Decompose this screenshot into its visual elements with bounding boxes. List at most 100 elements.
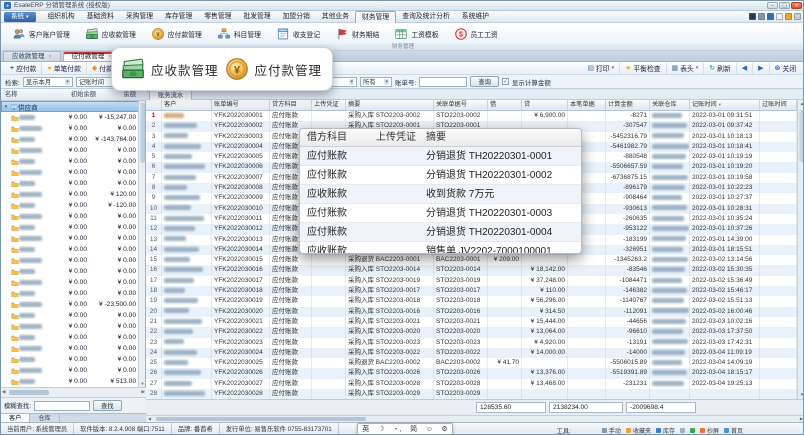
- table-row[interactable]: 22YFK2022030022应付账款采购入库 STO2203-0020STO2…: [146, 327, 797, 337]
- ime-icon[interactable]: ・,: [393, 424, 402, 434]
- tree-item-supplier[interactable]: ¥ 0.00¥ 0.00: [1, 266, 139, 277]
- tree-item-supplier[interactable]: ¥ 0.00¥ 0.00: [1, 244, 139, 255]
- header-客户[interactable]: 客户: [162, 100, 212, 110]
- ime-icon[interactable]: ☺: [426, 426, 433, 433]
- table-row[interactable]: 19YFK2022030019应付账款采购入库 STO2203-0018STO2…: [146, 296, 797, 306]
- header-摘要[interactable]: 摘要: [346, 100, 434, 110]
- tree-item-supplier[interactable]: ¥ 0.00¥ 0.00: [1, 156, 139, 167]
- close-button[interactable]: ✕: [791, 2, 802, 9]
- bill-number-input[interactable]: [419, 77, 467, 87]
- payable-button[interactable]: ¥应付款管理: [145, 26, 208, 42]
- popup-row[interactable]: 应付账款分销退货 TH20220301-0001: [300, 147, 581, 166]
- tool-手动[interactable]: 手动: [602, 426, 621, 435]
- table-row[interactable]: 21YFK2022030021应付账款采购入库 STO2203-0021STO2…: [146, 317, 797, 327]
- scroll-right-icon[interactable]: ▶: [800, 416, 803, 421]
- scroll-right-icon[interactable]: ▶: [142, 389, 145, 395]
- tray-icon[interactable]: [776, 13, 783, 20]
- table-row[interactable]: 1YFK2022030001应付账款采购入库 STO2203-0002STO22…: [146, 111, 797, 121]
- tree-item-supplier[interactable]: ¥ 0.00¥ 0.00: [1, 222, 139, 233]
- menu-item-财务管理[interactable]: 财务管理: [355, 11, 396, 23]
- add-payable-button[interactable]: +应付款: [5, 63, 42, 74]
- expander-icon[interactable]: ▼: [2, 104, 10, 109]
- ledger-vertical-scrollbar[interactable]: ▲ ▼: [797, 100, 804, 399]
- menu-item-基础资料[interactable]: 基础资料: [81, 11, 120, 23]
- tree-item-supplier[interactable]: ¥ 0.00¥ 0.00: [1, 178, 139, 189]
- table-row[interactable]: 20YFK2022030020应付账款采购入库 STO2203-0016STO2…: [146, 307, 797, 317]
- tree-item-supplier[interactable]: ¥ 0.00¥ 120.00: [1, 189, 139, 200]
- tool-收藏夹[interactable]: 收藏夹: [626, 426, 651, 435]
- header-本笔单据[interactable]: 本笔单据: [568, 100, 606, 110]
- tree-item-supplier[interactable]: ¥ 0.00¥ -15,247.00: [1, 112, 139, 123]
- menu-item-库存管理[interactable]: 库存管理: [159, 11, 198, 23]
- header-账单编号[interactable]: 账单编号: [212, 100, 270, 110]
- tree-item-supplier[interactable]: ¥ 0.00¥ 513.00: [1, 376, 139, 387]
- tree-item-supplier[interactable]: ¥ 0.00¥ 0.00: [1, 343, 139, 354]
- ime-language-bar[interactable]: 英 ☽ ・, 简 ☺ ⚙: [357, 423, 453, 435]
- register-button[interactable]: 收支登记: [270, 26, 326, 42]
- table-row[interactable]: 26YFK2022030026应付账款采购入库 STO2203-0026STO2…: [146, 368, 797, 378]
- customer-account-button[interactable]: 客户账户管理: [6, 26, 76, 42]
- balance-check-button[interactable]: ★平衡检查: [620, 63, 666, 74]
- tree-item-supplier[interactable]: ¥ 0.00¥ 0.00: [1, 233, 139, 244]
- tree-item-supplier[interactable]: ¥ 0.00¥ 0.00: [1, 145, 139, 156]
- scroll-left-icon[interactable]: ◀: [2, 389, 5, 395]
- tray-icon[interactable]: [794, 13, 801, 20]
- refresh-button[interactable]: ↻刷新: [704, 63, 736, 74]
- popup-row[interactable]: 应付账款分销退货 TH20220301-0003: [300, 204, 581, 223]
- menu-item-系统维护[interactable]: 系统维护: [456, 11, 495, 23]
- menu-item-加盟分销[interactable]: 加盟分销: [277, 11, 316, 23]
- find-button[interactable]: 查找: [93, 400, 122, 411]
- header-贷[interactable]: 贷: [522, 100, 568, 110]
- tray-icon[interactable]: [749, 13, 756, 20]
- header-rownum[interactable]: [146, 100, 162, 110]
- header-关联仓库[interactable]: 关联仓库: [650, 100, 690, 110]
- scope-select[interactable]: 所有▾: [360, 77, 392, 87]
- query-button[interactable]: 查询: [470, 76, 499, 87]
- tool-首页[interactable]: 首页: [724, 426, 743, 435]
- header-button[interactable]: ▦表头▾: [667, 63, 705, 74]
- table-row[interactable]: 18YFK2022030018应付账款采购入库 STO2203-0017STO2…: [146, 286, 797, 296]
- header-上传凭证[interactable]: 上传凭证: [312, 100, 346, 110]
- employee-salary-button[interactable]: $员工工资: [448, 26, 504, 42]
- header-借[interactable]: 借: [488, 100, 522, 110]
- header-计算金额[interactable]: 计算金额: [606, 100, 650, 110]
- menu-item-零售管理[interactable]: 零售管理: [198, 11, 237, 23]
- salary-template-button[interactable]: 工资模板: [388, 26, 444, 42]
- close-view-button[interactable]: ⊗关闭: [770, 63, 801, 74]
- menu-item-查询及统计分析[interactable]: 查询及统计分析: [396, 11, 456, 23]
- tree-item-supplier[interactable]: ¥ 0.00¥ -23,500.00: [1, 299, 139, 310]
- ime-icon[interactable]: 简: [410, 424, 417, 434]
- table-row[interactable]: 27YFK2022030027应付账款采购入库 STO2203-0028STO2…: [146, 379, 797, 389]
- tree-item-supplier[interactable]: ¥ 0.00¥ 0.00: [1, 354, 139, 365]
- next-button[interactable]: ▶: [753, 63, 769, 74]
- ime-icon[interactable]: ⚙: [441, 425, 447, 433]
- scroll-up-icon[interactable]: ▲: [798, 100, 804, 108]
- tree-item-supplier[interactable]: ¥ 0.00¥ 0.00: [1, 332, 139, 343]
- menu-item-其他业务[interactable]: 其他业务: [316, 11, 355, 23]
- scrollbar-thumb[interactable]: [156, 417, 366, 421]
- tool-抄屏[interactable]: 抄屏: [700, 426, 719, 435]
- table-row[interactable]: 24YFK2022030024应付账款采购入库 STO2203-0022STO2…: [146, 348, 797, 358]
- system-menu-button[interactable]: 系统▾: [4, 12, 36, 22]
- tree-item-supplier[interactable]: ¥ 0.00¥ 0.00: [1, 310, 139, 321]
- header-关联单据号[interactable]: 关联单据号: [434, 100, 488, 110]
- tree-item-supplier[interactable]: ¥ 0.00¥ 0.00: [1, 277, 139, 288]
- subject-button[interactable]: 科目管理: [211, 26, 267, 42]
- left-panel-vertical-scrollbar[interactable]: ▲▼: [138, 101, 145, 387]
- tree-item-supplier[interactable]: ¥ 0.00¥ -120.00: [1, 200, 139, 211]
- popup-row[interactable]: 应付账款分销退货 TH20220301-0004: [300, 223, 581, 242]
- table-row[interactable]: 23YFK2022030023应付账款采购入库 STO2203-0023STO2…: [146, 338, 797, 348]
- period-close-button[interactable]: 财务期结: [329, 26, 385, 42]
- tree-item-supplier[interactable]: ¥ 0.00¥ 0.00: [1, 123, 139, 134]
- single-pay-button[interactable]: ●单笔付款: [42, 63, 86, 74]
- menu-item-批发管理[interactable]: 批发管理: [237, 11, 276, 23]
- table-row[interactable]: 28YFK2022030028应付账款采购入库 STO2203-0029STO2…: [146, 389, 797, 399]
- tray-icon[interactable]: [758, 13, 765, 20]
- tray-icon[interactable]: [767, 13, 774, 20]
- prev-button[interactable]: ◀: [737, 63, 753, 74]
- ime-icon[interactable]: ☽: [378, 425, 384, 433]
- ime-icon[interactable]: 英: [362, 424, 369, 434]
- popup-row[interactable]: 应收账款销售单 JV2202-7000100001: [300, 242, 581, 254]
- receivable-button[interactable]: 应收款管理: [79, 26, 142, 42]
- table-row[interactable]: 17YFK2022030017应付账款采购入库 STO2203-0019STO2…: [146, 276, 797, 286]
